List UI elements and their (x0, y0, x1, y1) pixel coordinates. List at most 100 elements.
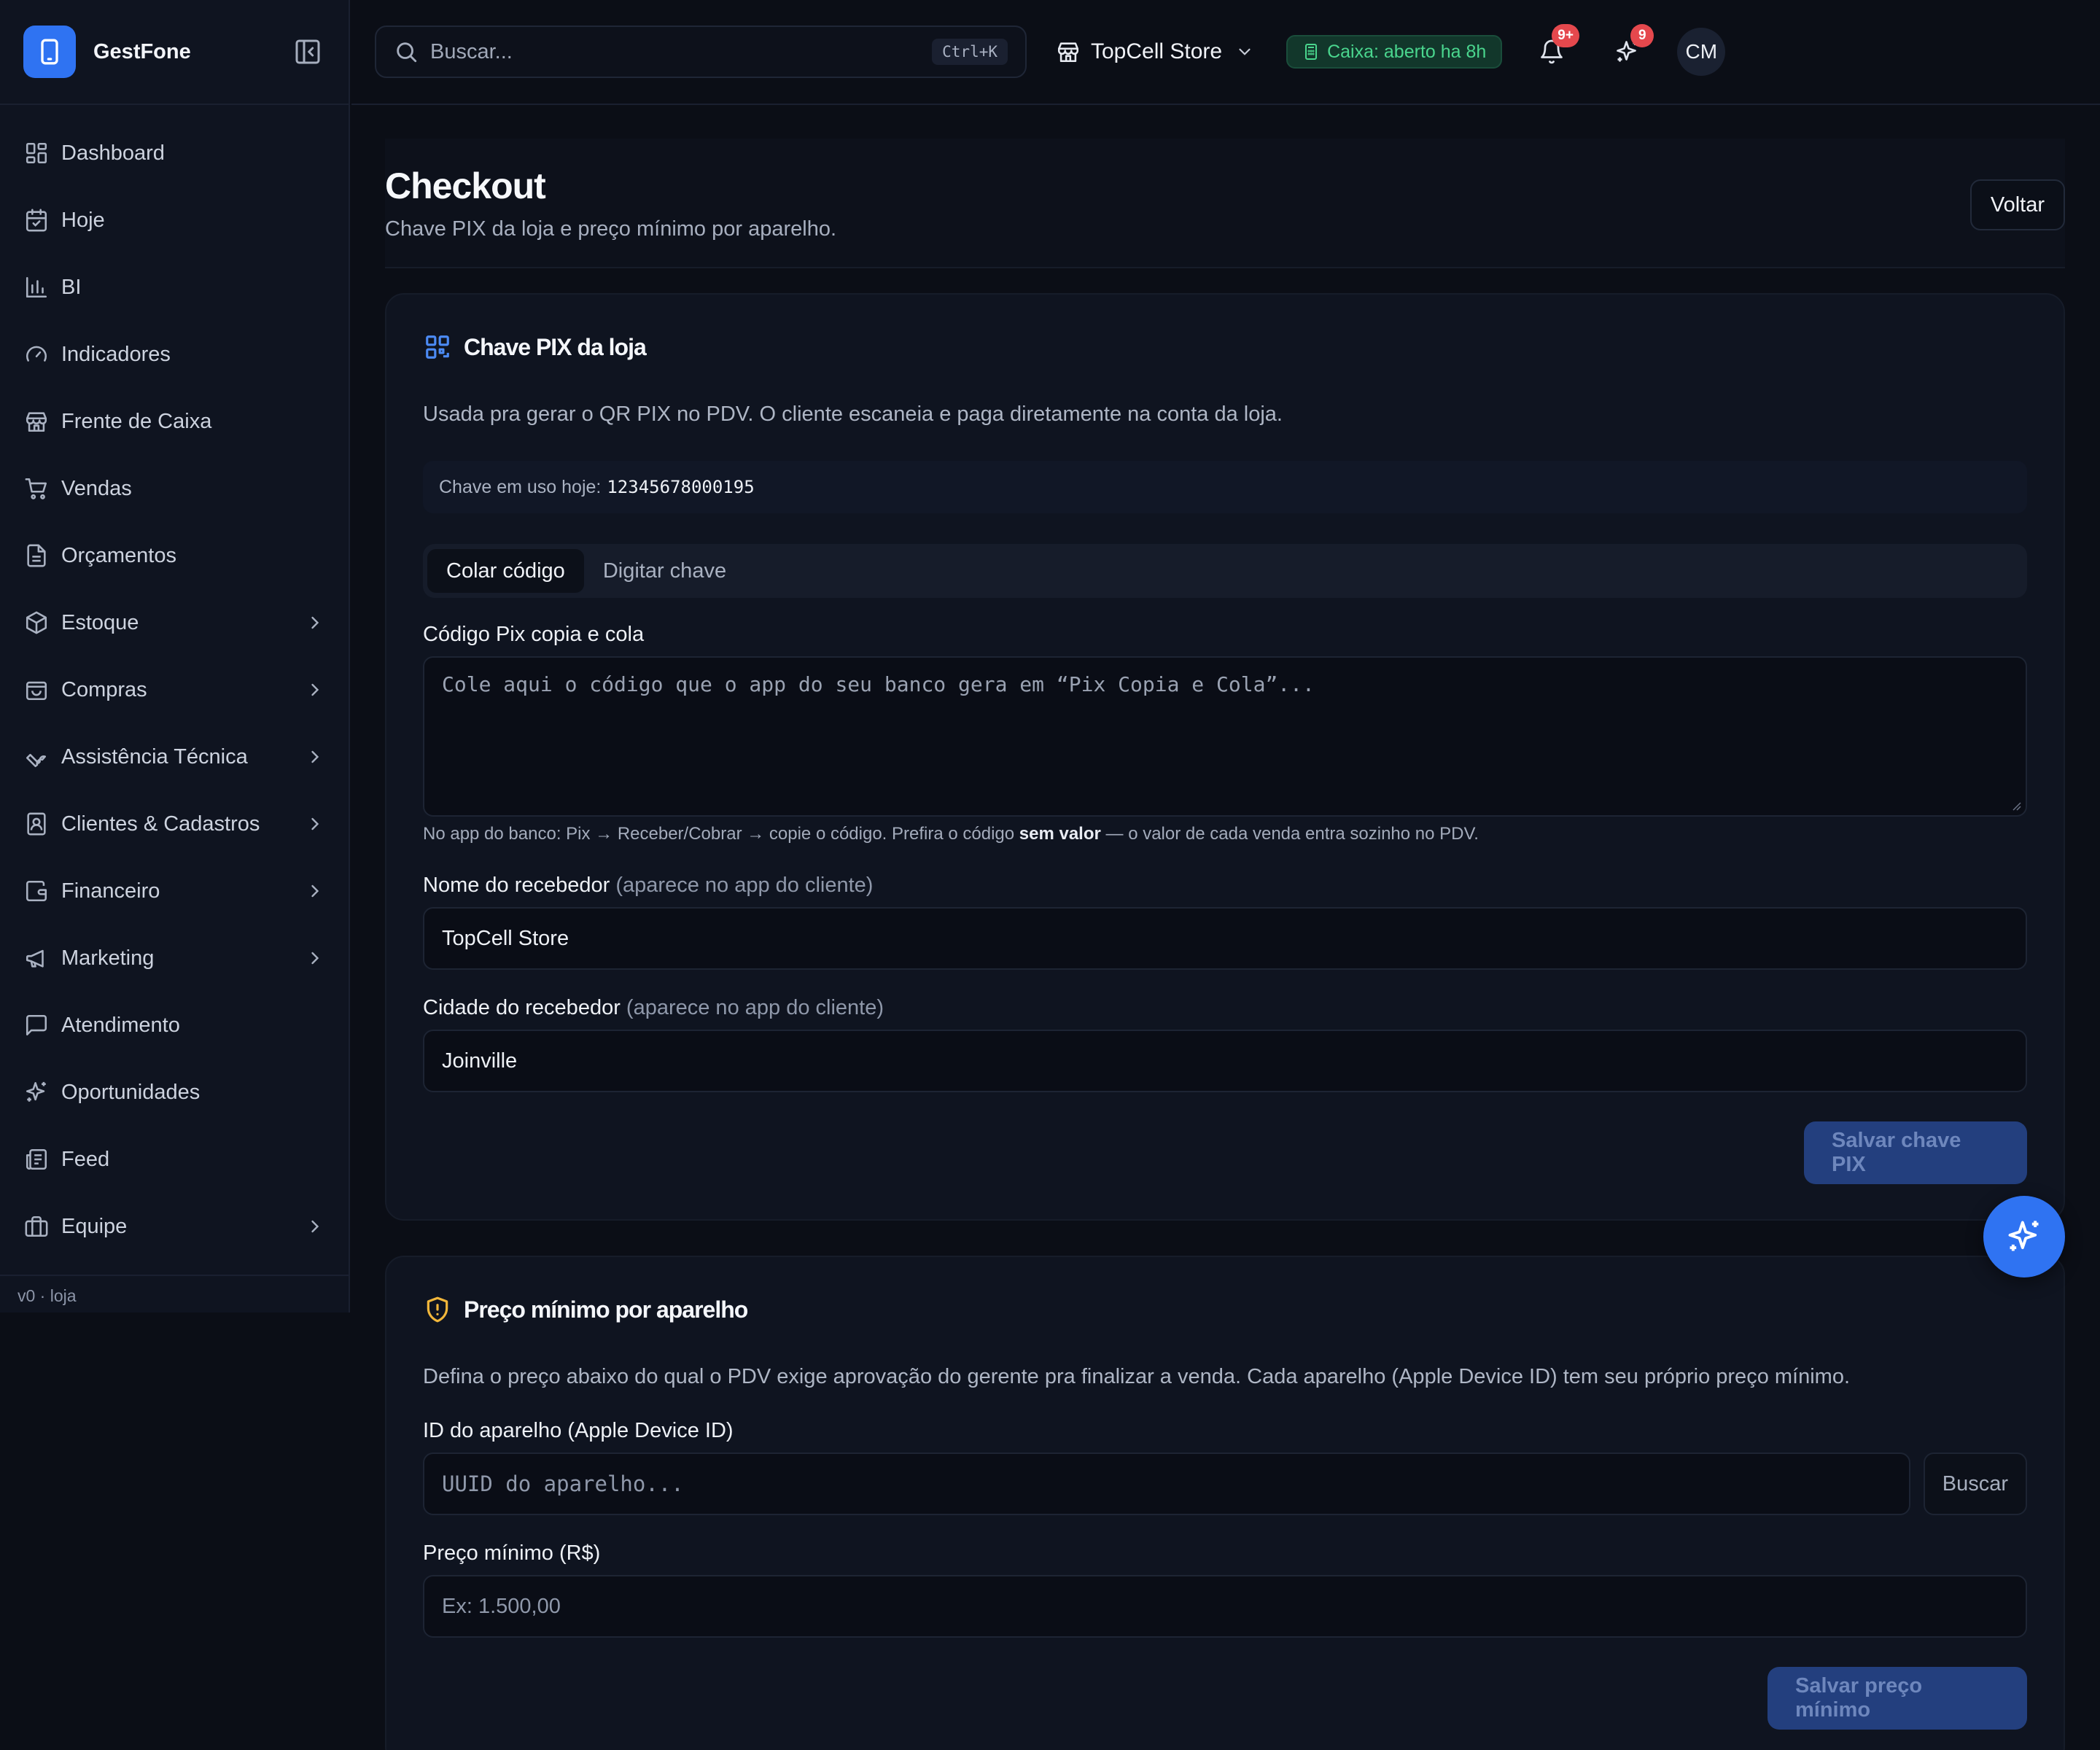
sidebar-item-feed[interactable]: Feed (0, 1126, 349, 1193)
app-name: GestFone (93, 39, 191, 63)
sidebar-collapse-icon[interactable] (290, 34, 325, 69)
bar-chart-icon (23, 274, 50, 300)
calendar-icon (23, 207, 50, 233)
search-input[interactable]: Buscar... Ctrl+K (375, 26, 1027, 78)
sidebar-item-label: Estoque (61, 610, 139, 634)
store-name: TopCell Store (1091, 39, 1223, 63)
sidebar-item-label: Marketing (61, 946, 155, 970)
receiver-name-input[interactable]: TopCell Store (423, 907, 2027, 970)
min-price-label: Preço mínimo (R$) (423, 1541, 601, 1565)
min-price-card: Preço mínimo por aparelho Defina o preço… (385, 1256, 2065, 1750)
avatar[interactable]: CM (1677, 28, 1726, 76)
ai-insights-button[interactable]: 9 (1606, 24, 1654, 74)
sidebar-item-equipe[interactable]: Equipe (0, 1193, 349, 1260)
topbar: Buscar... Ctrl+K TopCell Store Caixa: ab… (351, 0, 2100, 105)
sidebar-item-clientes-cadastros[interactable]: Clientes & Cadastros (0, 790, 349, 858)
receiver-city-input[interactable]: Joinville (423, 1030, 2027, 1092)
receiver-name-label: Nome do recebedor (aparece no app do cli… (423, 874, 873, 898)
document-icon (23, 542, 50, 569)
sidebar-item-marketing[interactable]: Marketing (0, 925, 349, 992)
brand-header: GestFone (0, 0, 349, 105)
version-label: v0 · loja (0, 1275, 349, 1312)
sidebar-item-label: Financeiro (61, 879, 160, 903)
sidebar-item-atendimento[interactable]: Atendimento (0, 992, 349, 1059)
sidebar-item-label: Oportunidades (61, 1080, 201, 1104)
pix-tabs: Colar código Digitar chave (423, 544, 2027, 598)
pix-card-title: Chave PIX da loja (423, 332, 647, 362)
pix-code-textarea[interactable]: Cole aqui o código que o app do seu banc… (423, 656, 2027, 817)
sidebar-item-label: Feed (61, 1147, 110, 1171)
sidebar-item-dashboard[interactable]: Dashboard (0, 120, 349, 187)
qr-code-icon (423, 332, 452, 362)
min-price-title-text: Preço mínimo por aparelho (464, 1296, 748, 1323)
briefcase-icon (23, 1213, 50, 1240)
resize-handle-icon[interactable] (2010, 799, 2021, 811)
newspaper-icon (23, 1146, 50, 1172)
chat-icon (23, 1012, 50, 1038)
shield-alert-icon (423, 1295, 452, 1324)
sidebar-item-hoje[interactable]: Hoje (0, 187, 349, 254)
sidebar-item-label: Assistência Técnica (61, 744, 248, 769)
sidebar-item-indicadores[interactable]: Indicadores (0, 321, 349, 388)
chevron-right-icon (311, 750, 319, 763)
chevron-right-icon (311, 952, 319, 965)
sidebar-item-label: BI (61, 275, 82, 299)
sidebar-item-label: Frente de Caixa (61, 409, 212, 433)
sidebar-item-oportunidades[interactable]: Oportunidades (0, 1059, 349, 1126)
label-hint: (aparece no app do cliente) (615, 874, 874, 897)
sidebar-nav: Dashboard Hoje BI Indicadores Frente de … (0, 105, 349, 1260)
sidebar-item-estoque[interactable]: Estoque (0, 589, 349, 656)
pix-code-label: Código Pix copia e cola (423, 623, 645, 646)
notifications-count-badge: 9+ (1552, 24, 1579, 47)
sidebar-item-bi[interactable]: BI (0, 254, 349, 321)
sidebar-item-financeiro[interactable]: Financeiro (0, 858, 349, 925)
device-id-label: ID do aparelho (Apple Device ID) (423, 1419, 734, 1442)
label-hint: (aparece no app do cliente) (626, 996, 884, 1019)
phone-icon[interactable] (23, 26, 76, 78)
tab-digitar-chave[interactable]: Digitar chave (584, 549, 745, 593)
notifications-button[interactable]: 9+ (1530, 24, 1579, 74)
store-icon (23, 408, 50, 435)
cart-icon (23, 475, 50, 502)
sidebar-item-label: Orçamentos (61, 543, 176, 567)
search-shortcut: Ctrl+K (932, 39, 1008, 65)
current-key-label: Chave em uso hoje: (439, 476, 602, 497)
sidebar-item-label: Dashboard (61, 141, 165, 165)
sidebar-item-label: Hoje (61, 208, 105, 232)
pix-code-placeholder: Cole aqui o código que o app do seu banc… (442, 672, 1315, 696)
chevron-right-icon (311, 1220, 319, 1233)
sidebar: GestFone Dashboard Hoje BI Indicadores F… (0, 0, 350, 1312)
back-button[interactable]: Voltar (1969, 179, 2065, 230)
pix-key-card: Chave PIX da loja Usada pra gerar o QR P… (385, 293, 2065, 1221)
page-header: Checkout Chave PIX da loja e preço mínim… (385, 139, 2065, 268)
ai-assistant-button[interactable] (1983, 1196, 2065, 1278)
sidebar-item-assistencia-tecnica[interactable]: Assistência Técnica (0, 723, 349, 790)
sidebar-item-vendas[interactable]: Vendas (0, 455, 349, 522)
hint-text: No app do banco: Pix → Receber/Cobrar → … (423, 824, 1019, 844)
search-icon (397, 42, 417, 63)
min-price-card-title: Preço mínimo por aparelho (423, 1295, 748, 1324)
megaphone-icon (23, 945, 50, 971)
store-selector[interactable]: TopCell Store (1056, 39, 1254, 64)
sidebar-item-label: Compras (61, 677, 147, 701)
label-text: Cidade do recebedor (423, 996, 621, 1019)
calculator-icon (1305, 44, 1318, 60)
sparkles-icon (23, 1079, 50, 1105)
device-id-input[interactable]: UUID do aparelho... (423, 1452, 1910, 1515)
save-min-price-button[interactable]: Salvar preço mínimo (1768, 1667, 2027, 1730)
min-price-input[interactable]: Ex: 1.500,00 (423, 1575, 2027, 1638)
current-pix-key: Chave em uso hoje: 12345678000195 (423, 461, 2027, 513)
dashboard-icon (23, 140, 50, 166)
save-pix-button[interactable]: Salvar chave PIX (1804, 1121, 2027, 1184)
current-key-value: 12345678000195 (607, 477, 755, 497)
device-search-button[interactable]: Buscar (1923, 1452, 2027, 1515)
sidebar-item-frente-de-caixa[interactable]: Frente de Caixa (0, 388, 349, 455)
sidebar-item-orcamentos[interactable]: Orçamentos (0, 522, 349, 589)
caixa-status-badge[interactable]: Caixa: aberto ha 8h (1286, 35, 1503, 69)
pix-code-hint: No app do banco: Pix → Receber/Cobrar → … (423, 824, 1479, 844)
tab-colar-codigo[interactable]: Colar código (427, 549, 584, 593)
sparkles-icon (2008, 1221, 2039, 1251)
caixa-status-text: Caixa: aberto ha 8h (1327, 41, 1487, 62)
shopping-bag-icon (23, 677, 50, 703)
sidebar-item-compras[interactable]: Compras (0, 656, 349, 723)
